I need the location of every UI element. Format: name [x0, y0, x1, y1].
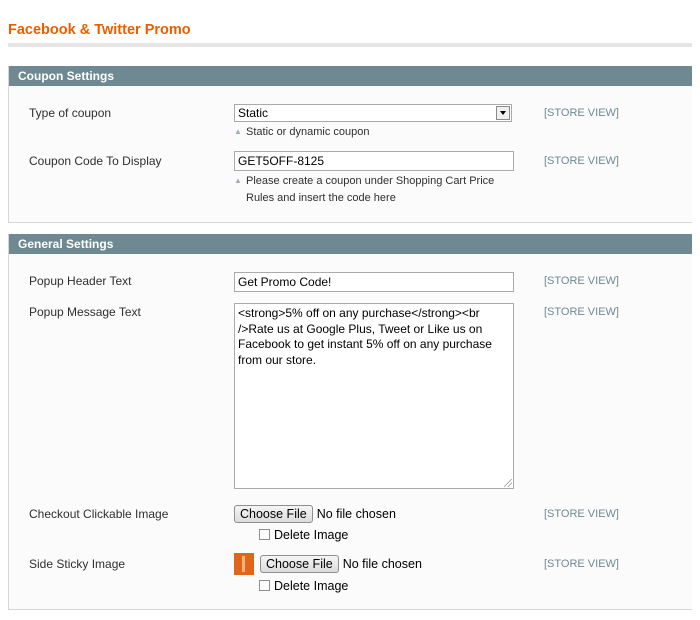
triangle-up-icon: ▲ [234, 176, 242, 185]
general-settings-heading[interactable]: General Settings [9, 234, 692, 254]
popup-message-row: Popup Message Text <strong>5% off on any… [9, 302, 693, 489]
popup-header-label: Popup Header Text [29, 274, 132, 288]
coupon-code-input[interactable]: GET5OFF-8125 [234, 151, 514, 171]
popup-message-textarea[interactable]: <strong>5% off on any purchase</strong><… [234, 303, 514, 489]
side-sticky-image-scope: [STORE VIEW] [544, 558, 619, 570]
page-title: Facebook & Twitter Promo [8, 22, 191, 38]
popup-header-scope: [STORE VIEW] [544, 275, 619, 287]
coupon-code-label: Coupon Code To Display [29, 154, 162, 168]
side-sticky-delete-checkbox[interactable] [259, 580, 270, 592]
checkout-image-delete: Delete Image [259, 527, 348, 542]
side-sticky-choose-file-button[interactable]: Choose File [260, 555, 339, 573]
type-of-coupon-note: ▲ Static or dynamic coupon [234, 123, 370, 141]
type-of-coupon-value: Static [238, 106, 269, 120]
side-sticky-file-status: No file chosen [342, 557, 422, 571]
type-of-coupon-select[interactable]: Static [234, 104, 512, 122]
coupon-code-scope: [STORE VIEW] [544, 155, 619, 167]
resize-grip-icon[interactable] [504, 479, 512, 487]
coupon-code-note: ▲ Please create a coupon under Shopping C… [234, 172, 494, 207]
checkout-image-file-status: No file chosen [316, 507, 396, 521]
popup-message-label: Popup Message Text [29, 305, 141, 319]
coupon-settings-section: Coupon Settings Type of coupon Static ▲ S… [8, 66, 692, 223]
side-sticky-image-file-input: Choose File No file chosen [234, 553, 422, 575]
popup-header-input[interactable]: Get Promo Code! [234, 272, 514, 292]
side-sticky-image-label: Side Sticky Image [29, 557, 126, 571]
type-of-coupon-row: Type of coupon Static ▲ Static or dynamic… [9, 103, 693, 138]
side-sticky-delete: Delete Image [259, 578, 348, 593]
title-divider [8, 43, 692, 47]
popup-message-value: <strong>5% off on any purchase</strong><… [238, 306, 492, 367]
checkout-image-delete-label: Delete Image [274, 527, 349, 542]
triangle-up-icon: ▲ [234, 127, 242, 136]
popup-message-scope: [STORE VIEW] [544, 306, 619, 318]
side-sticky-delete-label: Delete Image [274, 578, 349, 593]
coupon-settings-heading[interactable]: Coupon Settings [9, 66, 692, 86]
image-thumbnail[interactable] [234, 553, 254, 575]
checkout-image-choose-file-button[interactable]: Choose File [234, 505, 313, 523]
type-of-coupon-label: Type of coupon [29, 106, 112, 120]
checkout-image-label: Checkout Clickable Image [29, 507, 169, 521]
checkout-image-delete-checkbox[interactable] [259, 529, 270, 541]
general-settings-section: General Settings Popup Header Text Get P… [8, 234, 692, 610]
type-of-coupon-scope: [STORE VIEW] [544, 107, 619, 119]
chevron-down-icon[interactable] [496, 106, 510, 120]
checkout-image-scope: [STORE VIEW] [544, 508, 619, 520]
checkout-image-file-input: Choose File No file chosen [234, 505, 396, 523]
